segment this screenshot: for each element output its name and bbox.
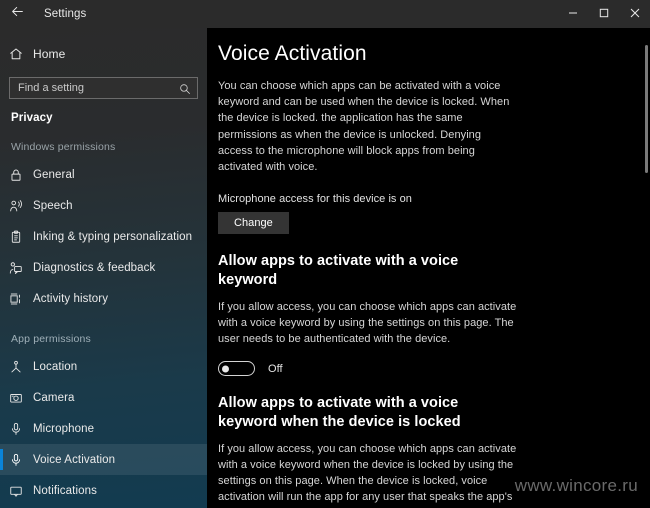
sidebar-item-camera[interactable]: Camera [0,382,207,413]
section-description-allow-voice-keyword: If you allow access, you can choose whic… [218,300,517,345]
change-button[interactable]: Change [218,212,289,235]
toggle-label-allow-voice-keyword: Off [268,362,283,375]
back-arrow-icon [11,5,24,23]
window-controls [557,0,650,28]
sidebar-item-notifications-label: Notifications [33,484,97,497]
section-title-allow-voice-keyword: Allow apps to activate with a voice keyw… [218,253,459,289]
maximize-icon [599,5,609,23]
sidebar-item-camera-label: Camera [33,391,75,404]
close-icon [630,5,640,23]
window-title: Settings [44,8,87,20]
feedback-icon [9,261,33,275]
notification-icon [9,484,33,498]
page-title: Voice Activation [218,42,367,65]
sidebar-group-app-permissions: App permissions [11,333,91,345]
camera-icon [9,391,33,405]
location-icon [9,360,33,374]
toggle-row-allow-voice-keyword: Off [218,361,610,377]
search-container [0,69,207,99]
maximize-button[interactable] [588,0,619,28]
sidebar-item-location[interactable]: Location [0,351,207,382]
settings-window: Settings Home Find a setting Privacy Win… [0,0,650,508]
page-intro-text: You can choose which apps can be activat… [218,80,510,173]
sidebar: Home Privacy Windows permissions [0,28,207,508]
sidebar-item-inking-typing-personalization-label: Inking & typing personalization [33,230,193,243]
back-button[interactable] [0,0,34,28]
sidebar-item-speech[interactable]: Speech [0,190,207,221]
section-description-allow-voice-keyword-locked: If you allow access, you can choose whic… [218,442,517,508]
scrollbar-thumb[interactable] [645,45,648,173]
lock-icon [9,168,33,182]
sidebar-item-notifications[interactable]: Notifications [0,475,207,506]
sidebar-item-home-label: Home [33,46,66,61]
sidebar-group-windows-permissions: Windows permissions [11,141,116,153]
sidebar-item-location-label: Location [33,360,78,373]
sidebar-item-microphone-label: Microphone [33,422,95,435]
sidebar-item-speech-label: Speech [33,199,73,212]
sidebar-item-diagnostics-feedback[interactable]: Diagnostics & feedback [0,252,207,283]
main-content: Voice Activation You can choose which ap… [207,28,650,508]
search-input[interactable] [10,78,197,98]
title-bar-drag-area [86,0,557,28]
sidebar-item-activity-history[interactable]: Activity history [0,283,207,314]
sidebar-item-inking-typing-personalization[interactable]: Inking & typing personalization [0,221,207,252]
minimize-icon [568,5,578,23]
activity-icon [9,292,33,306]
minimize-button[interactable] [557,0,588,28]
toggle-allow-voice-keyword[interactable] [218,361,255,377]
clipboard-icon [9,230,33,244]
sidebar-item-voice-activation[interactable]: Voice Activation [0,444,207,475]
sidebar-item-home[interactable]: Home [0,38,207,69]
content-scrollbar[interactable] [645,45,648,480]
title-bar: Settings [0,0,650,28]
sidebar-item-general[interactable]: General [0,159,207,190]
sidebar-item-activity-history-label: Activity history [33,292,109,305]
microphone-status-text: Microphone access for this device is on [218,193,412,206]
home-icon [9,47,33,61]
speech-icon [9,199,33,213]
sidebar-item-microphone[interactable]: Microphone [0,413,207,444]
sidebar-category-title: Privacy [11,112,53,124]
sidebar-item-diagnostics-feedback-label: Diagnostics & feedback [33,261,156,274]
close-button[interactable] [619,0,650,28]
title-bar-left: Settings [0,0,86,28]
microphone-icon [9,453,33,467]
content-inner: Voice Activation You can choose which ap… [207,28,650,508]
toggle-knob [222,365,229,373]
sidebar-item-general-label: General [33,168,75,181]
sidebar-item-voice-activation-label: Voice Activation [33,453,116,466]
section-title-allow-voice-keyword-locked: Allow apps to activate with a voice keyw… [218,395,461,431]
microphone-icon [9,422,33,436]
search-box[interactable] [9,77,198,99]
